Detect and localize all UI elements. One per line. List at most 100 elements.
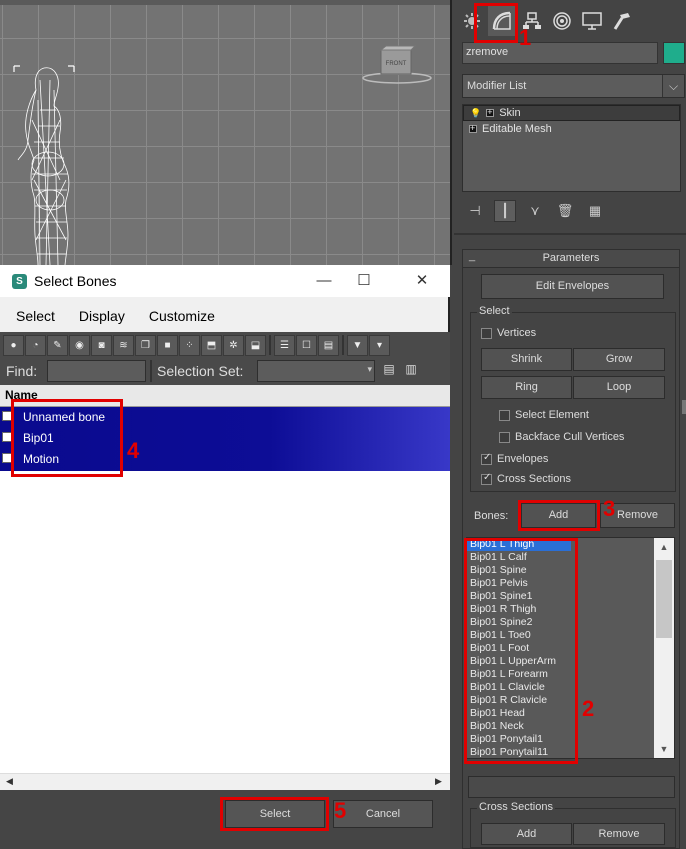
display-icon: [582, 12, 602, 30]
chevron-down-icon: ▾: [367, 364, 372, 374]
make-unique-icon[interactable]: ⋎: [524, 200, 546, 222]
utilities-tab[interactable]: [608, 6, 636, 36]
cross-sections-checkbox[interactable]: Cross Sections: [481, 472, 571, 485]
spacewarps-filter-icon[interactable]: ≋: [113, 334, 134, 356]
viewcube-label: FRONT: [386, 61, 407, 67]
find-bar: Find: Selection Set: ▾ ▤ ▥: [0, 358, 450, 385]
vertices-label: Vertices: [497, 327, 537, 339]
cameras-filter-icon[interactable]: ◉: [69, 334, 90, 356]
display-tab[interactable]: [578, 6, 606, 36]
configure-sets-icon[interactable]: ▦: [584, 200, 606, 222]
select-element-checkbox[interactable]: Select Element: [499, 409, 589, 421]
select-bones-dialog: S Select Bones — ☐ ✕ Select Display Cust…: [0, 265, 450, 840]
viewport-top-bar: [0, 0, 450, 5]
expand-plus-icon[interactable]: [486, 107, 495, 117]
select-invert-icon[interactable]: ▤: [318, 334, 339, 356]
select-group-title: Select: [477, 305, 512, 317]
object-name-field[interactable]: zremove: [462, 42, 658, 64]
vertices-checkbox[interactable]: Vertices: [481, 327, 536, 339]
lightbulb-icon[interactable]: 💡: [470, 108, 481, 119]
select-none-icon[interactable]: ☐: [296, 334, 317, 356]
backface-cull-checkbox[interactable]: Backface Cull Vertices: [499, 431, 624, 443]
menu-select[interactable]: Select: [0, 303, 63, 329]
cross-section-remove-button[interactable]: Remove: [573, 823, 665, 845]
motion-icon: [553, 12, 571, 30]
maximize-icon[interactable]: ☐: [344, 269, 384, 293]
annotation-box-select-button: [220, 797, 329, 831]
annotation-number: 4: [127, 438, 140, 463]
remove-modifier-icon[interactable]: 🗑: [554, 200, 576, 222]
menu-customize[interactable]: Customize: [133, 303, 223, 329]
select-element-label: Select Element: [515, 409, 589, 421]
viewcube[interactable]: FRONT: [360, 40, 434, 90]
app-logo-icon: S: [12, 274, 27, 289]
groups-filter-icon[interactable]: ❐: [135, 334, 156, 356]
edit-envelopes-button[interactable]: Edit Envelopes: [481, 274, 664, 299]
envelopes-checkbox[interactable]: Envelopes: [481, 452, 549, 465]
annotation-number: 5: [334, 798, 347, 823]
expand-plus-icon[interactable]: [469, 123, 477, 133]
cross-section-add-button[interactable]: Add: [481, 823, 572, 845]
edit-selection-set-icon[interactable]: ▤: [381, 362, 397, 380]
panel-divider: [454, 233, 686, 235]
rollout-title: Parameters: [542, 252, 600, 264]
dialog-menubar: Select Display Customize: [0, 303, 223, 329]
backface-cull-label: Backface Cull Vertices: [515, 431, 625, 443]
object-color-swatch[interactable]: [663, 42, 685, 64]
stack-toolbar: ⊣ ┃ ⋎ 🗑 ▦: [464, 199, 606, 223]
utilities-hammer-icon: [613, 13, 630, 30]
dialog-titlebar[interactable]: S Select Bones — ☐ ✕: [0, 265, 450, 297]
cancel-button[interactable]: Cancel: [333, 800, 433, 828]
scroll-down-icon[interactable]: ▼: [654, 742, 674, 756]
stack-item-label: Editable Mesh: [482, 123, 552, 135]
parameters-rollout-header[interactable]: _ Parameters: [463, 250, 679, 268]
frozen-filter-icon[interactable]: ✲: [223, 334, 244, 356]
hidden-filter-icon[interactable]: ⬓: [245, 334, 266, 356]
list-body[interactable]: [0, 471, 450, 773]
ring-button[interactable]: Ring: [481, 376, 572, 399]
scroll-up-icon[interactable]: ▲: [654, 540, 674, 554]
modifier-stack[interactable]: 💡 Skin Editable Mesh: [462, 104, 681, 192]
scroll-left-icon[interactable]: ◀: [6, 776, 13, 787]
show-end-result-icon[interactable]: ┃: [494, 200, 516, 222]
front-viewport[interactable]: FRONT: [0, 0, 452, 265]
loop-button[interactable]: Loop: [573, 376, 665, 399]
envelopes-label: Envelopes: [497, 453, 549, 465]
helpers-filter-icon[interactable]: ◙: [91, 334, 112, 356]
panel-resize-handle[interactable]: [682, 400, 686, 414]
close-icon[interactable]: ✕: [402, 269, 442, 293]
create-selection-set-icon[interactable]: ▥: [403, 362, 419, 380]
annotation-box-dialog-rows: [11, 399, 123, 477]
grow-button[interactable]: Grow: [573, 348, 665, 371]
find-input[interactable]: [47, 360, 146, 382]
bone-name-field[interactable]: [468, 776, 675, 798]
dialog-title: Select Bones: [34, 273, 117, 289]
geometry-filter-icon[interactable]: ●: [3, 334, 24, 356]
collapse-icon: _: [469, 250, 476, 262]
stack-item-editable-mesh[interactable]: Editable Mesh: [463, 121, 680, 137]
lights-filter-icon[interactable]: ✎: [47, 334, 68, 356]
menu-display[interactable]: Display: [63, 303, 133, 329]
shrink-button[interactable]: Shrink: [481, 348, 572, 371]
containers-filter-icon[interactable]: ⬒: [201, 334, 222, 356]
bones-list-scrollbar[interactable]: ▲ ▼: [654, 538, 674, 758]
filter-options-icon[interactable]: ▾: [369, 334, 390, 356]
filter-funnel-icon[interactable]: ▼: [347, 334, 368, 356]
motion-tab[interactable]: [548, 6, 576, 36]
scroll-right-icon[interactable]: ▶: [435, 776, 442, 787]
shapes-filter-icon[interactable]: ◔: [25, 334, 46, 356]
find-label: Find:: [6, 363, 38, 379]
annotation-number: 1: [519, 25, 532, 50]
scroll-thumb[interactable]: [656, 560, 672, 638]
modifier-list-dropdown[interactable]: Modifier List ⌵: [462, 74, 685, 98]
select-all-icon[interactable]: ☰: [274, 334, 295, 356]
xrefs-filter-icon[interactable]: ■: [157, 334, 178, 356]
selection-set-dropdown[interactable]: ▾: [257, 360, 375, 382]
stack-item-skin[interactable]: 💡 Skin: [463, 105, 680, 121]
pin-stack-icon[interactable]: ⊣: [464, 200, 486, 222]
annotation-box-modify-tab: [474, 3, 518, 43]
selection-set-label: Selection Set:: [157, 363, 244, 379]
horizontal-scrollbar[interactable]: ◀ ▶: [0, 773, 450, 790]
bones-filter-icon[interactable]: ⁘: [179, 334, 200, 356]
minimize-icon[interactable]: —: [304, 269, 344, 293]
